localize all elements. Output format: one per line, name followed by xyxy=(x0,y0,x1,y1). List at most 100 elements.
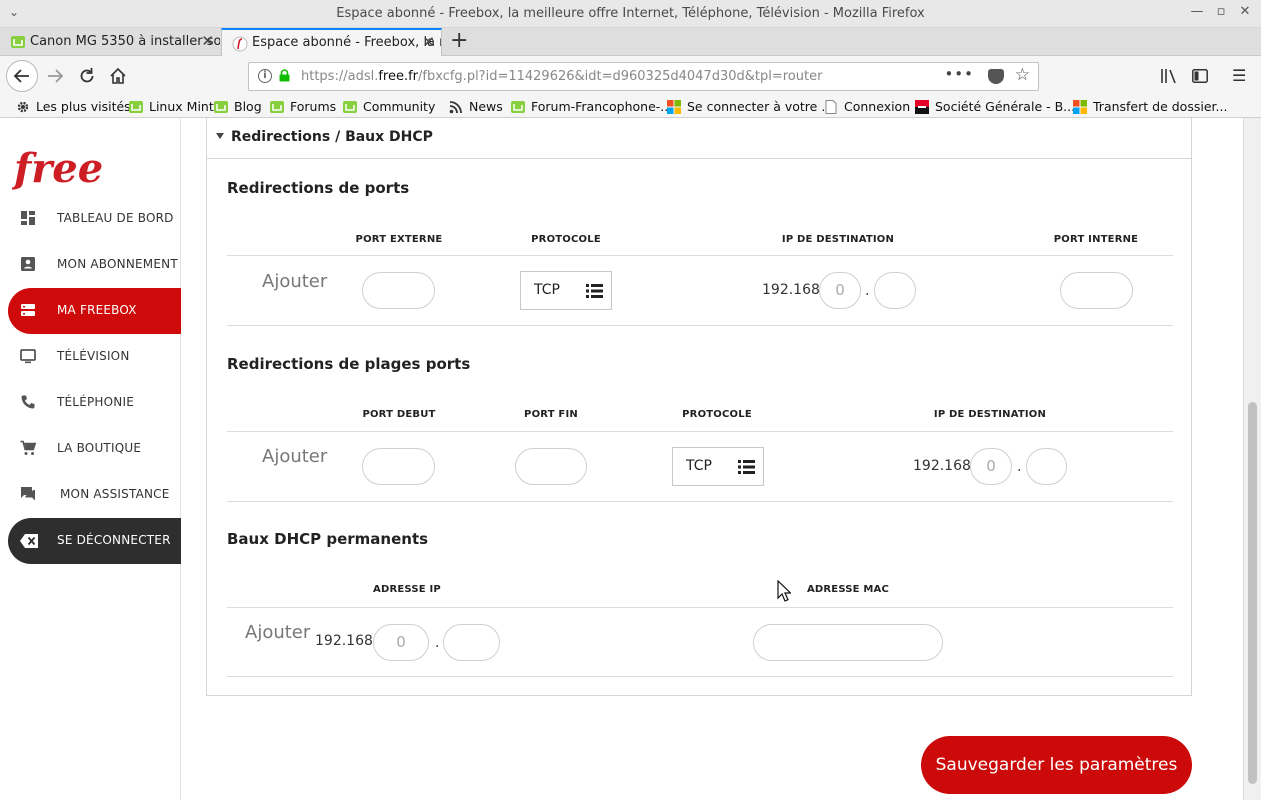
port-fin-input[interactable] xyxy=(515,448,587,485)
tab-bar: Canon MG 5350 à installer so ✕ Espace ab… xyxy=(0,28,1261,56)
window-titlebar: ⌄ Espace abonné - Freebox, la meilleure … xyxy=(0,0,1261,28)
bookmark-item[interactable]: Connexion xyxy=(824,98,910,116)
ip-octet-4-input[interactable] xyxy=(874,272,916,309)
bookmark-star-icon[interactable]: ☆ xyxy=(1015,62,1030,89)
ip-prefix: 192.168. xyxy=(315,633,378,649)
url-bar[interactable]: i https://adsl.free.fr/fbxcfg.pl?id=1142… xyxy=(248,62,1039,91)
cart-icon xyxy=(20,440,36,455)
list-icon xyxy=(586,284,603,298)
col-header-ip-destination: IP DE DESTINATION xyxy=(781,234,895,245)
info-icon[interactable]: i xyxy=(258,69,272,83)
port-debut-input[interactable] xyxy=(362,448,435,485)
navigation-toolbar: i https://adsl.free.fr/fbxcfg.pl?id=1142… xyxy=(0,56,1261,96)
logout-icon xyxy=(20,534,38,548)
mac-address-input[interactable] xyxy=(753,624,943,661)
main-content: Redirections / Baux DHCP Redirections de… xyxy=(181,118,1243,800)
close-tab-icon[interactable]: ✕ xyxy=(422,30,435,55)
tab-label: Canon MG 5350 à installer so xyxy=(30,34,220,49)
sidebar-item-mon-assistance[interactable]: MON ASSISTANCE xyxy=(8,472,181,518)
ip-octet-4-input[interactable] xyxy=(1026,448,1067,485)
close-window-icon[interactable]: ✕ xyxy=(1236,4,1254,19)
ip-octet-4-input[interactable] xyxy=(443,624,500,661)
ip-octet-3-input[interactable]: 0 xyxy=(970,448,1012,485)
col-header-protocole: PROTOCOLE xyxy=(531,234,601,245)
ip-octet-3-input[interactable]: 0 xyxy=(373,624,429,661)
sidebar-item-label: LA BOUTIQUE xyxy=(57,441,142,455)
bookmark-item[interactable]: Blog xyxy=(214,98,262,116)
tab-canon[interactable]: Canon MG 5350 à installer so ✕ xyxy=(0,28,220,56)
add-label: Ajouter xyxy=(245,622,311,643)
ip-dot: . xyxy=(1017,459,1022,475)
tab-freebox[interactable]: Espace abonné - Freebox, la m ✕ xyxy=(221,28,442,56)
protocol-select[interactable]: TCP xyxy=(672,447,764,486)
svg-text:free: free xyxy=(12,145,103,192)
lock-icon xyxy=(279,69,290,82)
url-text[interactable]: https://adsl.free.fr/fbxcfg.pl?id=114296… xyxy=(301,63,822,90)
save-settings-button[interactable]: Sauvegarder les paramètres xyxy=(921,736,1192,794)
back-button[interactable] xyxy=(6,60,38,92)
close-tab-icon[interactable]: ✕ xyxy=(201,28,214,55)
vertical-scrollbar[interactable] xyxy=(1243,118,1261,800)
ip-dot: . xyxy=(865,283,870,299)
new-tab-button[interactable]: + xyxy=(450,28,468,54)
bookmark-item[interactable]: Forum-Francophone-... xyxy=(511,98,672,116)
mint-icon xyxy=(129,101,143,113)
free-favicon-icon xyxy=(232,36,248,52)
section-title-ports: Redirections de ports xyxy=(227,179,410,197)
sidebar-item-label: TÉLÉVISION xyxy=(57,349,130,363)
port-externe-input[interactable] xyxy=(362,272,435,309)
list-icon xyxy=(738,460,755,474)
home-button[interactable] xyxy=(103,62,133,90)
bookmark-item[interactable]: Forums xyxy=(270,98,336,116)
panel-header[interactable]: Redirections / Baux DHCP xyxy=(207,118,1191,159)
arrow-left-icon xyxy=(13,69,29,83)
sidebar-item-label: MON ABONNEMENT xyxy=(57,257,178,271)
sidebar-item-label: MON ASSISTANCE xyxy=(60,487,170,501)
scrollbar-thumb[interactable] xyxy=(1248,402,1257,784)
divider xyxy=(227,501,1173,502)
pocket-icon[interactable] xyxy=(988,69,1004,84)
col-header-ip-destination: IP DE DESTINATION xyxy=(933,409,1047,420)
bookmark-item[interactable]: Les plus visités xyxy=(16,98,131,116)
bookmark-item[interactable]: Community xyxy=(343,98,435,116)
sidebar-item-tableau-de-bord[interactable]: TABLEAU DE BORD xyxy=(8,196,181,242)
bookmark-item[interactable]: Se connecter à votre ... xyxy=(667,98,833,116)
sidebar-item-mon-abonnement[interactable]: MON ABONNEMENT xyxy=(8,242,181,288)
bookmark-item[interactable]: Transfert de dossier... xyxy=(1073,98,1227,116)
sidebar-item-television[interactable]: TÉLÉVISION xyxy=(8,334,181,380)
sidebar-item-ma-freebox[interactable]: MA FREEBOX xyxy=(8,288,181,334)
col-header-adresse-mac: ADRESSE MAC xyxy=(806,584,890,595)
library-icon[interactable] xyxy=(1160,62,1178,93)
bookmark-item[interactable]: News xyxy=(449,98,503,116)
page-icon xyxy=(825,100,837,114)
mint-icon xyxy=(11,36,25,48)
section-title-dhcp: Baux DHCP permanents xyxy=(227,530,429,548)
divider xyxy=(227,676,1173,677)
tv-icon xyxy=(20,349,36,364)
port-interne-input[interactable] xyxy=(1060,272,1133,309)
page-actions-icon[interactable]: ••• xyxy=(944,61,974,88)
maximize-icon[interactable]: ▫ xyxy=(1212,4,1230,19)
reload-button[interactable] xyxy=(72,62,102,90)
bookmark-item[interactable]: Linux Mint xyxy=(129,98,214,116)
free-logo[interactable]: free xyxy=(12,144,116,192)
ip-dot: . xyxy=(435,635,440,651)
bookmarks-toolbar: Les plus visités Linux Mint Blog Forums … xyxy=(0,96,1261,118)
sidebar-toggle-icon[interactable] xyxy=(1192,62,1208,92)
col-header-port-fin: PORT FIN xyxy=(524,409,578,420)
panel-title: Redirections / Baux DHCP xyxy=(231,129,433,145)
sidebar-item-la-boutique[interactable]: LA BOUTIQUE xyxy=(8,426,181,472)
divider xyxy=(227,607,1173,608)
microsoft-icon xyxy=(1073,100,1087,114)
ip-octet-3-input[interactable]: 0 xyxy=(819,272,861,309)
server-icon xyxy=(21,304,35,316)
page-viewport: free TABLEAU DE BORD MON ABONNEMENT MA F… xyxy=(0,118,1243,800)
collapse-triangle-icon[interactable] xyxy=(216,133,224,139)
sidebar-item-telephonie[interactable]: TÉLÉPHONIE xyxy=(8,380,181,426)
minimize-icon[interactable]: — xyxy=(1188,4,1206,19)
hamburger-menu-icon[interactable]: ☰ xyxy=(1232,62,1246,90)
bookmark-item[interactable]: Société Générale - B... xyxy=(915,98,1075,116)
forward-button[interactable] xyxy=(40,62,70,90)
protocol-select[interactable]: TCP xyxy=(520,271,612,310)
sidebar-item-se-deconnecter[interactable]: SE DÉCONNECTER xyxy=(8,518,181,564)
